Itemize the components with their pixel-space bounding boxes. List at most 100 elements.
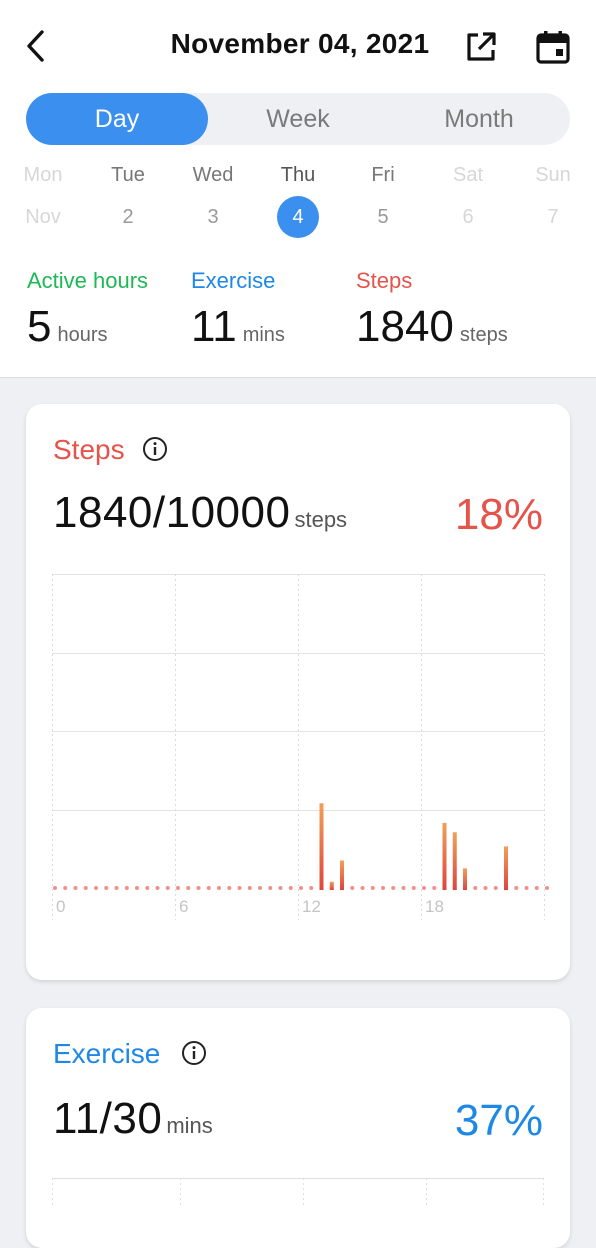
baseline-dot bbox=[63, 886, 68, 890]
steps-card[interactable]: Steps 1840/10000 steps 18% 0 6 12 18 bbox=[26, 404, 570, 980]
baseline-dot bbox=[145, 886, 150, 890]
active-hours-summary[interactable]: Active hours 5 hours bbox=[27, 268, 148, 352]
baseline-dot bbox=[73, 886, 78, 890]
baseline-dot bbox=[196, 886, 201, 890]
baseline-dot bbox=[135, 886, 139, 890]
x-tick-label: 0 bbox=[56, 897, 65, 916]
day-name: Sat bbox=[452, 164, 484, 186]
day-number: 6 bbox=[462, 206, 474, 228]
day-name: Tue bbox=[111, 164, 145, 186]
baseline-dot bbox=[391, 886, 396, 890]
baseline-dot bbox=[524, 886, 529, 890]
steps-card-title: Steps bbox=[53, 434, 125, 465]
baseline-dot bbox=[514, 886, 519, 890]
steps-value: 1840 bbox=[356, 302, 454, 351]
baseline-dot bbox=[473, 886, 478, 890]
exercise-progress: 11/30 mins bbox=[53, 1094, 213, 1144]
day-name: Fri bbox=[371, 164, 395, 186]
baseline-dot bbox=[124, 886, 129, 890]
tab-month[interactable]: Month bbox=[388, 93, 570, 145]
baseline-dot bbox=[432, 886, 437, 890]
day-name: Wed bbox=[192, 164, 234, 186]
baseline-dot bbox=[247, 886, 252, 890]
baseline-dot bbox=[534, 886, 539, 890]
steps-label: Steps bbox=[356, 268, 413, 293]
baseline-dot bbox=[206, 886, 211, 890]
step-bar bbox=[319, 803, 324, 890]
exercise-percent: 37% bbox=[454, 1096, 543, 1145]
steps-progress-value: 1840/10000 bbox=[53, 488, 291, 537]
steps-summary[interactable]: Steps 1840 steps bbox=[356, 268, 508, 352]
baseline-dot bbox=[186, 886, 191, 890]
baseline-dot bbox=[370, 886, 375, 890]
step-bar bbox=[452, 832, 457, 890]
exercise-card[interactable]: Exercise 11/30 mins 37% bbox=[26, 1008, 570, 1248]
step-bar bbox=[442, 822, 447, 890]
exercise-progress-value: 11/30 bbox=[53, 1094, 163, 1143]
week-strip: Mon Nov Tue 2 Wed 3 Thu 4 Fri 5 Sat 6 Su… bbox=[0, 160, 596, 240]
day-number: 3 bbox=[207, 206, 219, 228]
exercise-chart-top bbox=[52, 1178, 544, 1208]
info-icon[interactable] bbox=[142, 436, 168, 462]
exercise-progress-unit: mins bbox=[166, 1113, 213, 1138]
calendar-icon[interactable] bbox=[534, 28, 572, 66]
active-hours-value: 5 bbox=[27, 302, 52, 351]
day-number: 5 bbox=[377, 206, 389, 228]
step-bar bbox=[340, 860, 344, 890]
steps-unit: steps bbox=[459, 324, 508, 346]
baseline-dot bbox=[258, 886, 262, 890]
baseline-dot bbox=[411, 886, 416, 890]
day-name: Mon bbox=[23, 164, 63, 186]
tab-day[interactable]: Day bbox=[26, 93, 208, 145]
share-icon[interactable] bbox=[462, 28, 500, 66]
baseline-dot bbox=[299, 886, 303, 890]
baseline-dot bbox=[350, 886, 355, 890]
exercise-card-title: Exercise bbox=[53, 1038, 161, 1069]
baseline-dot bbox=[104, 886, 109, 890]
baseline-dot bbox=[237, 886, 242, 890]
baseline-dot bbox=[217, 886, 221, 890]
exercise-value: 11 bbox=[191, 302, 237, 351]
baseline-dot bbox=[288, 886, 293, 890]
baseline-dot bbox=[227, 886, 232, 890]
x-tick-label: 12 bbox=[302, 897, 321, 916]
baseline-dot bbox=[309, 886, 314, 890]
active-hours-unit: hours bbox=[57, 324, 108, 346]
back-arrow-icon[interactable] bbox=[22, 28, 52, 64]
active-hours-label: Active hours bbox=[27, 268, 149, 293]
exercise-label: Exercise bbox=[191, 268, 276, 293]
exercise-unit: mins bbox=[242, 324, 285, 346]
step-bar bbox=[329, 881, 334, 890]
step-bar bbox=[463, 868, 467, 890]
step-bar bbox=[504, 846, 508, 890]
baseline-dot bbox=[483, 886, 488, 890]
baseline-dot bbox=[422, 886, 426, 890]
day-name: Sun bbox=[535, 164, 571, 186]
baseline-dot bbox=[176, 886, 180, 890]
baseline-dot bbox=[268, 886, 273, 890]
baseline-dot bbox=[401, 886, 406, 890]
baseline-dot bbox=[114, 886, 119, 890]
day-number-selected: 4 bbox=[277, 196, 319, 238]
day-number: 7 bbox=[547, 206, 559, 228]
day-name: Thu bbox=[280, 164, 316, 186]
steps-progress-unit: steps bbox=[294, 507, 348, 532]
top-panel: November 04, 2021 Day Week Month Mon Nov… bbox=[0, 0, 596, 378]
baseline-dot bbox=[53, 886, 57, 890]
day-number: Nov bbox=[25, 206, 61, 228]
day-number: 2 bbox=[122, 206, 134, 228]
x-tick-label: 18 bbox=[425, 897, 444, 916]
x-tick-label: 6 bbox=[179, 897, 188, 916]
steps-hourly-chart: 0 6 12 18 bbox=[52, 574, 549, 920]
baseline-dot bbox=[94, 886, 98, 890]
steps-progress: 1840/10000 steps bbox=[53, 488, 347, 538]
baseline-dot bbox=[545, 886, 549, 890]
tab-week[interactable]: Week bbox=[207, 93, 389, 145]
baseline-dot bbox=[155, 886, 160, 890]
info-icon[interactable] bbox=[181, 1040, 207, 1066]
steps-percent: 18% bbox=[454, 490, 543, 539]
baseline-dot bbox=[278, 886, 283, 890]
baseline-dot bbox=[165, 886, 170, 890]
exercise-summary[interactable]: Exercise 11 mins bbox=[191, 268, 285, 352]
baseline-dot bbox=[381, 886, 385, 890]
